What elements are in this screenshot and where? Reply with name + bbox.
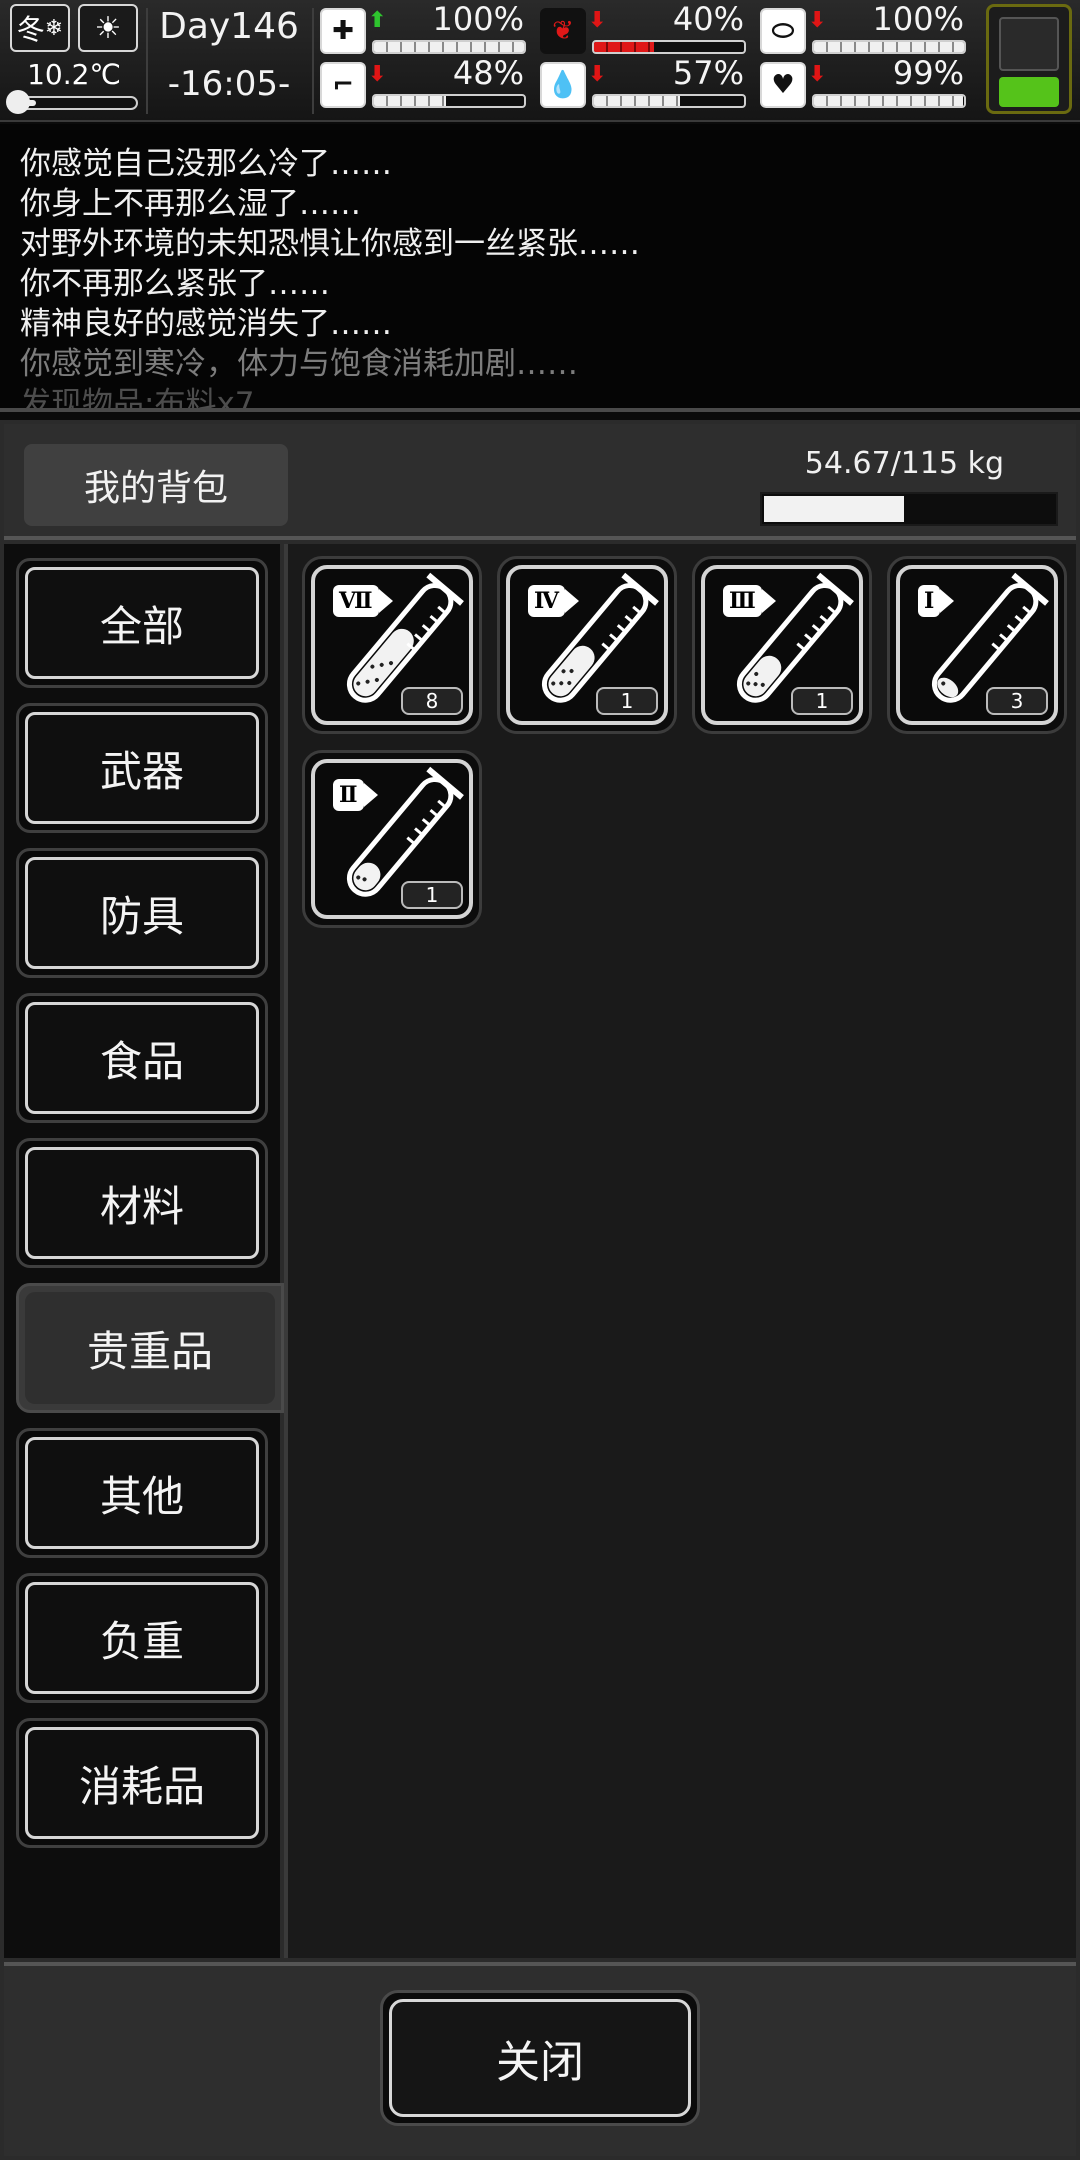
category-tab[interactable]: 全部 — [16, 558, 268, 688]
trend-down-icon: ⬇ — [808, 8, 827, 33]
category-tab[interactable]: 食品 — [16, 993, 268, 1123]
weight-bar-fill — [764, 496, 904, 522]
stat-value: 48% — [452, 54, 524, 92]
stat-bar-fill — [594, 42, 654, 52]
trend-down-icon: ⬇ — [808, 62, 827, 87]
foot-icon: ⌐ — [320, 62, 366, 108]
item-grade-label: Ⅶ — [333, 585, 392, 617]
stat-bar-fill — [814, 96, 963, 106]
stat-value: 100% — [872, 0, 964, 38]
stat-bar-fill — [374, 96, 446, 106]
stat-bar — [812, 94, 966, 108]
stat-value: 100% — [432, 0, 524, 38]
season-label: 冬 — [16, 13, 45, 46]
stat-bar — [372, 94, 526, 108]
first-aid-icon: ✚ — [320, 8, 366, 54]
heart-icon: ♥ — [760, 62, 806, 108]
inventory-slot[interactable]: Ⅳ1 — [497, 556, 677, 734]
stat-bar-fill — [594, 96, 680, 106]
category-tab-label: 消耗品 — [25, 1727, 259, 1839]
category-tab[interactable]: 消耗品 — [16, 1718, 268, 1848]
log-line: 发现物品:布料x7 — [20, 386, 255, 412]
category-tab-label: 食品 — [25, 1002, 259, 1114]
message-log[interactable]: 你感觉自己没那么冷了…… 你身上不再那么湿了…… 对野外环境的未知恐惧让你感到一… — [0, 124, 1080, 412]
category-tab-label: 防具 — [25, 857, 259, 969]
category-tab[interactable]: 其他 — [16, 1428, 268, 1558]
divider — [146, 8, 148, 114]
backpack-panel: 我的背包 54.67/115 kg 全部武器防具食品材料贵重品其他负重消耗品 Ⅶ… — [0, 420, 1080, 2160]
trend-down-icon: ⬇ — [588, 8, 607, 33]
item-count: 1 — [401, 881, 463, 909]
inventory-slot[interactable]: Ⅰ3 — [887, 556, 1067, 734]
category-tab[interactable]: 武器 — [16, 703, 268, 833]
item-count: 1 — [596, 687, 658, 715]
log-line: 你不再那么紧张了…… — [20, 266, 330, 302]
game-clock: -16:05- — [167, 64, 291, 104]
water-drop-icon: 💧 — [540, 62, 586, 108]
item-count: 3 — [986, 687, 1048, 715]
stat-mood[interactable]: ♥ ⬇ 99% — [760, 54, 970, 116]
category-tab-label: 其他 — [25, 1437, 259, 1549]
weight-text: 54.67/115 kg — [804, 446, 1004, 481]
item-grade-label: Ⅳ — [528, 585, 579, 617]
stat-bar-fill — [374, 42, 524, 52]
status-bar: 冬 ❄ ☀ 10.2℃ Day146 -16:05- ✚ ⬆ 100% ❦ ⬇ 4… — [0, 0, 1080, 122]
close-button[interactable]: 关闭 — [380, 1990, 700, 2126]
snowflake-icon: ❄ — [44, 15, 64, 41]
category-tab-label: 全部 — [25, 567, 259, 679]
close-button-label: 关闭 — [389, 1999, 691, 2117]
category-tab-label: 材料 — [25, 1147, 259, 1259]
category-tab[interactable]: 贵重品 — [16, 1283, 284, 1413]
category-tab-label: 武器 — [25, 712, 259, 824]
thermometer-icon — [6, 90, 30, 114]
weight-bar — [760, 492, 1058, 526]
log-line: 精神良好的感觉消失了…… — [20, 306, 392, 342]
stat-bar — [592, 40, 746, 54]
inventory-slot[interactable]: Ⅱ1 — [302, 750, 482, 928]
stat-value: 40% — [672, 0, 744, 38]
item-count: 1 — [791, 687, 853, 715]
item-grid: Ⅶ8Ⅳ1Ⅲ1Ⅰ3Ⅱ1 — [284, 544, 1076, 1958]
day-counter: Day146 — [159, 6, 299, 47]
item-count: 8 — [401, 687, 463, 715]
inventory-slot[interactable]: Ⅲ1 — [692, 556, 872, 734]
log-line-cut — [20, 134, 1060, 144]
category-tab[interactable]: 防具 — [16, 848, 268, 978]
category-tab[interactable]: 材料 — [16, 1138, 268, 1268]
item-grade-label: Ⅱ — [333, 779, 377, 811]
battery-icon[interactable] — [986, 4, 1072, 114]
temperature-text: 10.2℃ — [27, 58, 121, 91]
stat-bar — [372, 40, 526, 54]
category-sidebar: 全部武器防具食品材料贵重品其他负重消耗品 — [4, 544, 284, 1958]
category-tab-label: 负重 — [25, 1582, 259, 1694]
inventory-slot[interactable]: Ⅶ8 — [302, 556, 482, 734]
stat-stamina[interactable]: ⌐ ⬇ 48% — [320, 54, 530, 116]
trend-down-icon: ⬇ — [588, 62, 607, 87]
stat-value: 57% — [672, 54, 744, 92]
stat-value: 99% — [892, 54, 964, 92]
stat-bar — [592, 94, 746, 108]
log-line: 你感觉自己没那么冷了…… — [20, 146, 392, 182]
item-grade-label: Ⅰ — [918, 585, 955, 617]
stomach-icon: ❦ — [540, 8, 586, 54]
divider — [312, 8, 314, 114]
log-line: 你身上不再那么湿了…… — [20, 186, 361, 222]
stat-bar-fill — [814, 42, 964, 52]
backpack-header: 我的背包 54.67/115 kg — [4, 424, 1076, 540]
panel-footer: 关闭 — [4, 1962, 1076, 2156]
pill-icon: ⬭ — [760, 8, 806, 54]
log-line: 你感觉到寒冷，体力与饱食消耗加剧…… — [20, 346, 578, 382]
sun-icon: ☀ — [78, 4, 138, 52]
category-tab[interactable]: 负重 — [16, 1573, 268, 1703]
trend-down-icon: ⬇ — [368, 62, 387, 87]
category-tab-label: 贵重品 — [25, 1292, 275, 1404]
stat-bar — [812, 40, 966, 54]
season-indicator: 冬 ❄ — [10, 4, 70, 52]
backpack-title: 我的背包 — [24, 444, 288, 526]
item-grade-label: Ⅲ — [723, 585, 776, 617]
stat-thirst[interactable]: 💧 ⬇ 57% — [540, 54, 750, 116]
log-line: 对野外环境的未知恐惧让你感到一丝紧张…… — [20, 226, 640, 262]
trend-up-icon: ⬆ — [368, 8, 387, 33]
